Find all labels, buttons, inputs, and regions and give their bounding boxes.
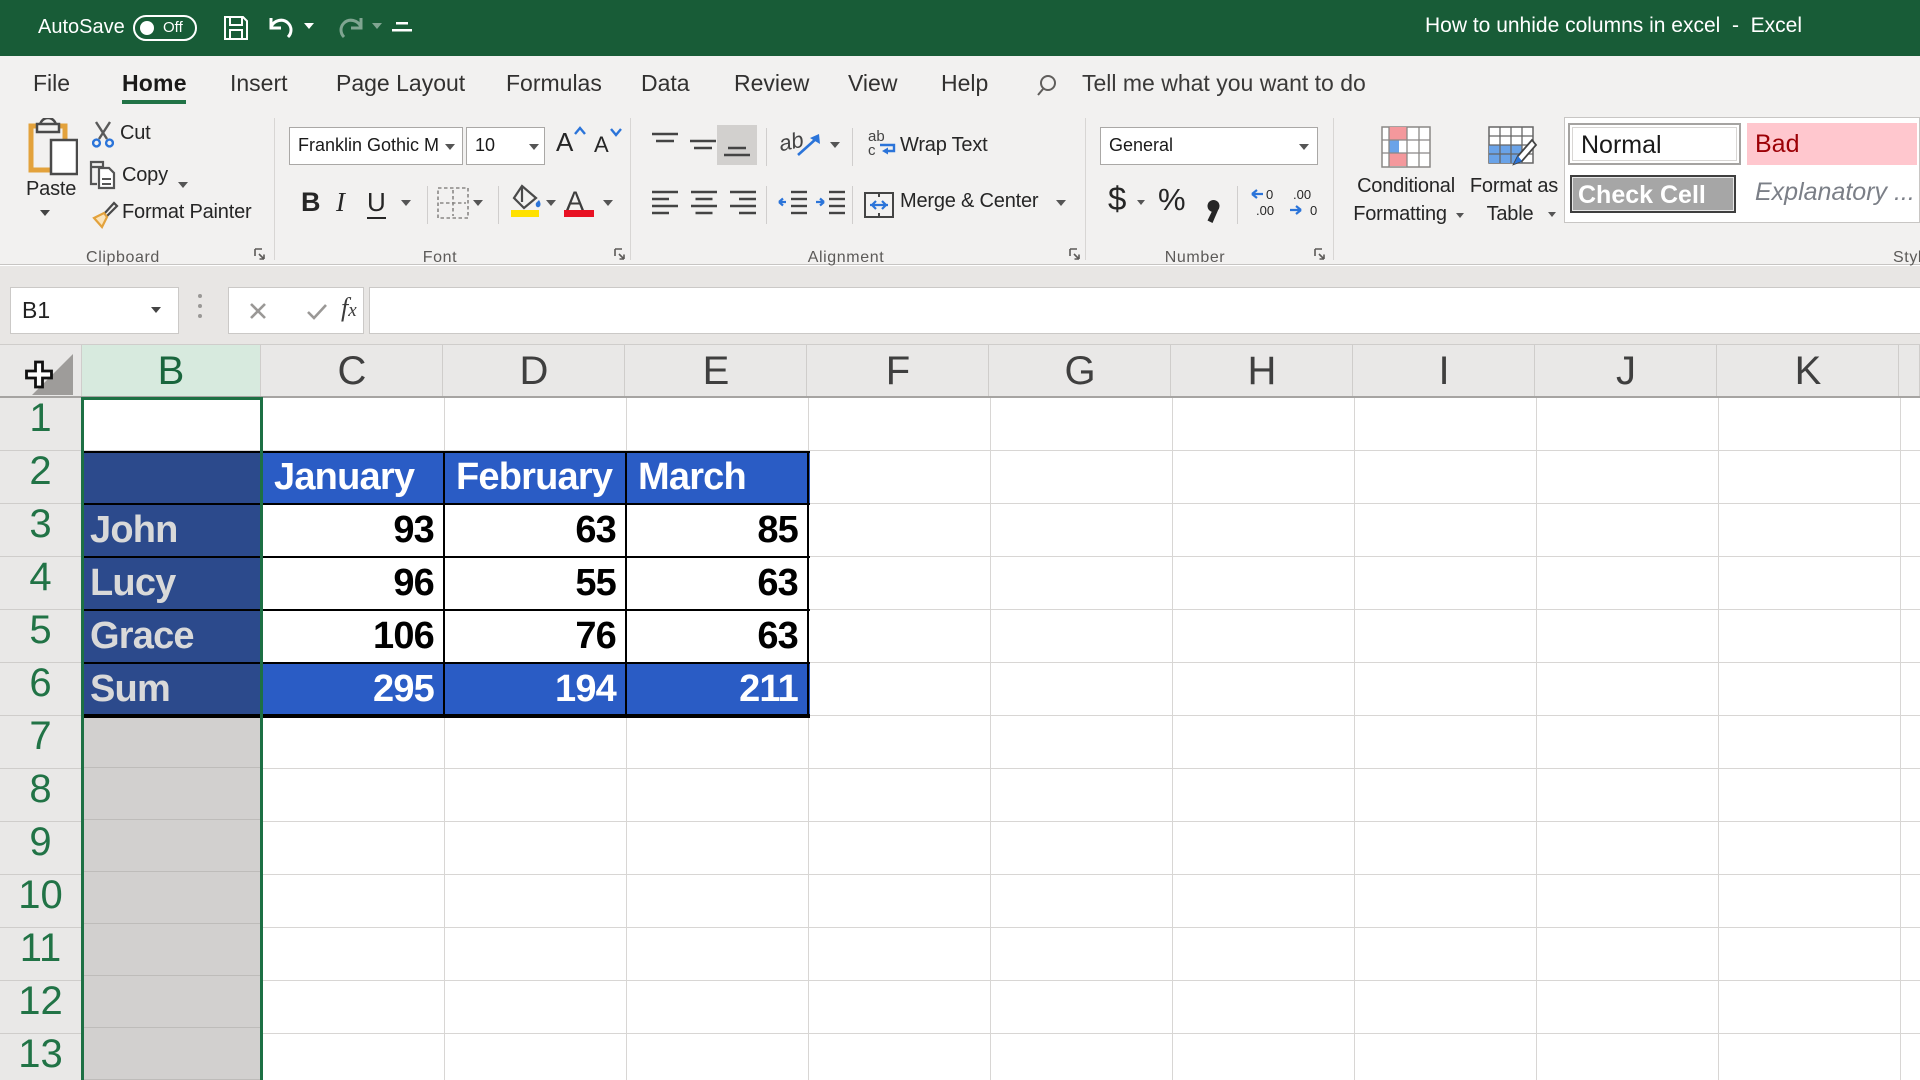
svg-text:.00: .00	[1293, 187, 1311, 202]
svg-text:0: 0	[1310, 203, 1317, 218]
svg-text:.00: .00	[1256, 203, 1274, 218]
svg-text:0: 0	[1266, 187, 1273, 202]
